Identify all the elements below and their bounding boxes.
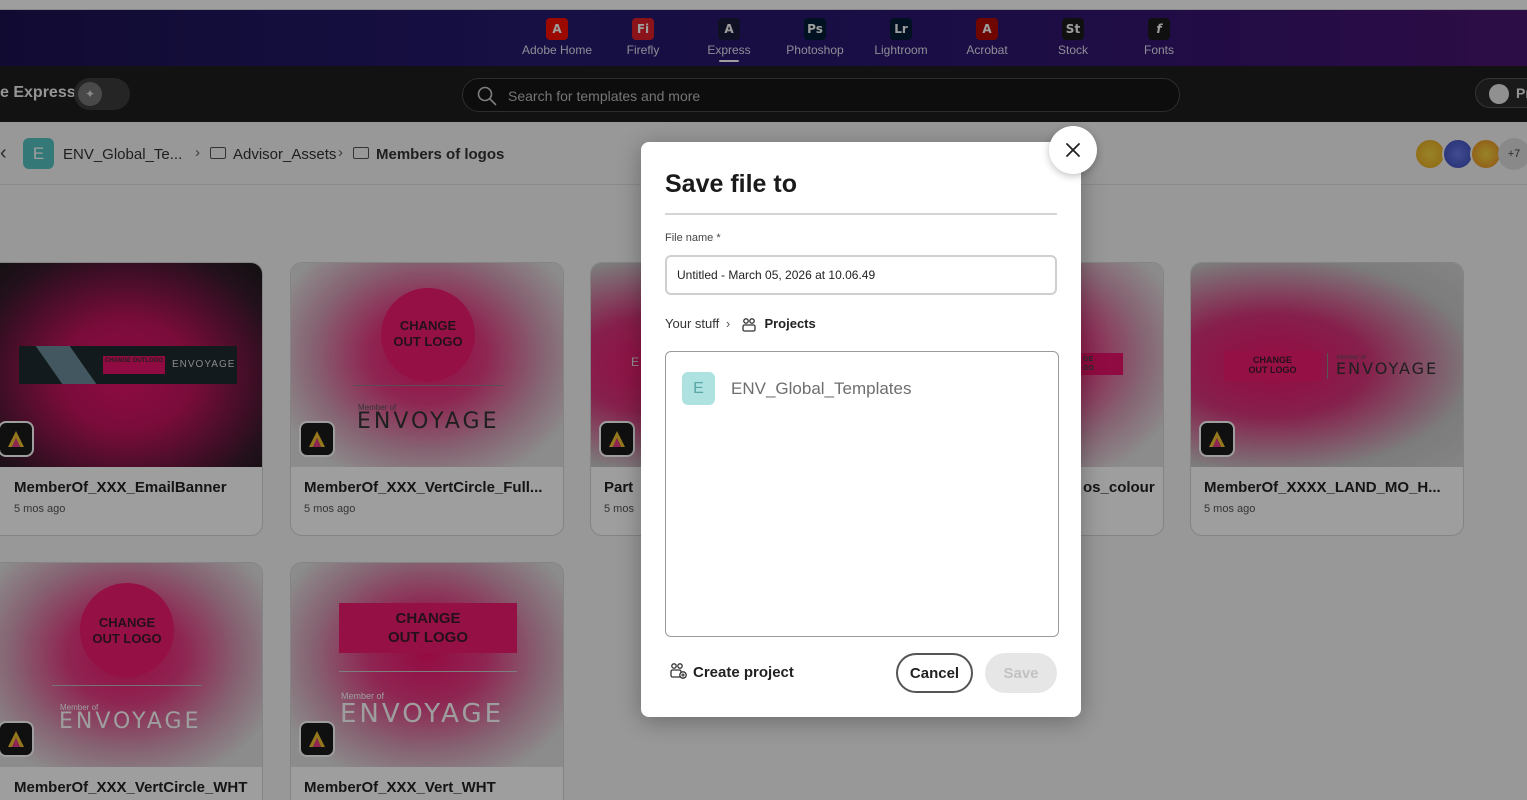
create-project-icon — [670, 663, 687, 679]
file-name-label: File name * — [665, 232, 721, 244]
save-button[interactable]: Save — [985, 653, 1057, 693]
projects-icon — [742, 317, 756, 332]
project-name: ENV_Global_Templates — [731, 379, 912, 398]
close-icon — [1066, 143, 1080, 157]
dialog-divider — [665, 213, 1057, 215]
dialog-title: Save file to — [665, 170, 797, 198]
path-chevron-icon: › — [725, 316, 731, 331]
close-dialog-button[interactable] — [1049, 126, 1097, 174]
cancel-button[interactable]: Cancel — [896, 653, 973, 693]
project-list: E ENV_Global_Templates — [665, 351, 1059, 637]
create-project-label: Create project — [693, 664, 794, 681]
create-project-button[interactable]: Create project — [669, 662, 794, 681]
path-root[interactable]: Your stuff — [665, 316, 719, 331]
path-current: Projects — [764, 316, 816, 331]
save-location-path: Your stuff › Projects — [665, 316, 816, 333]
project-avatar: E — [682, 372, 715, 405]
file-name-input[interactable] — [665, 255, 1057, 295]
save-file-dialog: Save file to File name * Your stuff › Pr… — [641, 142, 1081, 717]
